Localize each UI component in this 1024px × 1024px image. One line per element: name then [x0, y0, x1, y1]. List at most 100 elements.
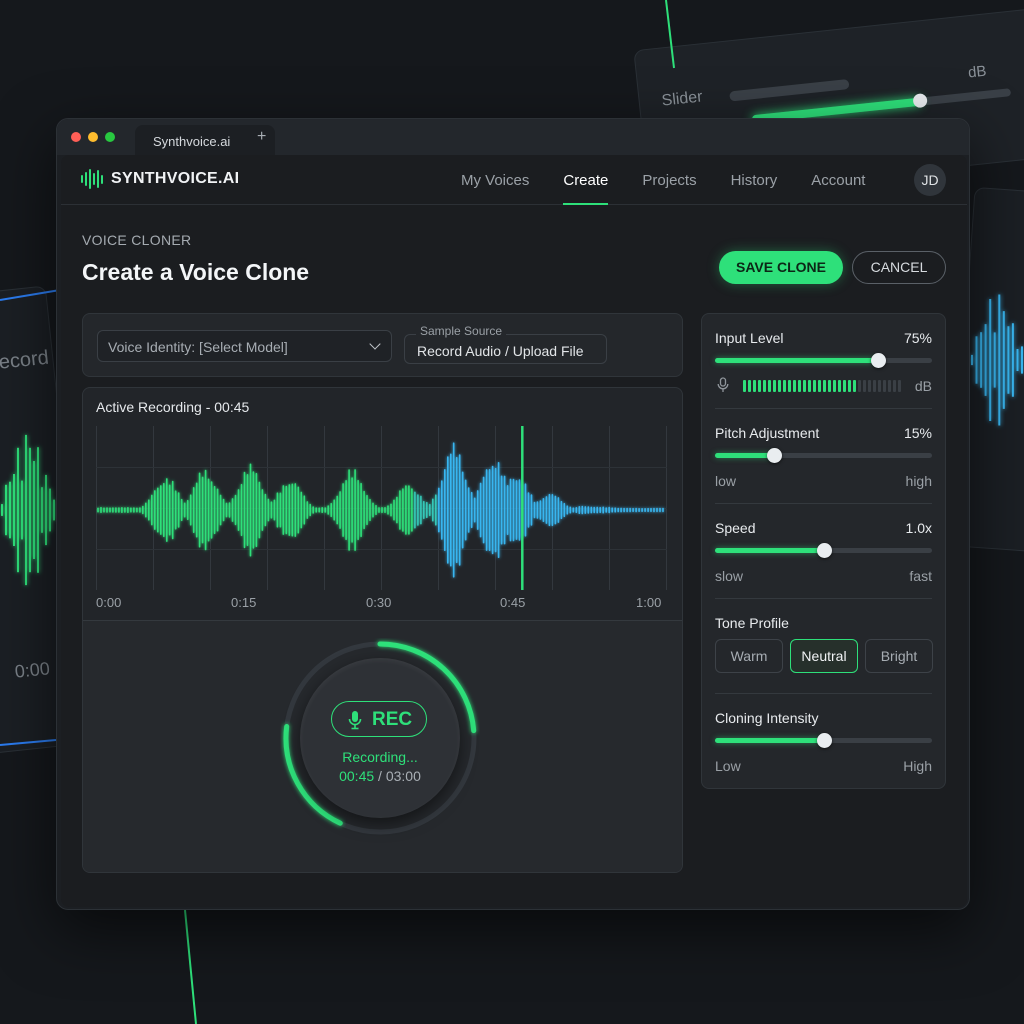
pitch-slider[interactable]: [715, 448, 932, 463]
speed-low-label: slow: [715, 568, 744, 584]
nav-history[interactable]: History: [731, 155, 778, 205]
meter-segment: [838, 380, 841, 392]
input-level-unit: dB: [914, 378, 932, 394]
input-level-value: 75%: [903, 330, 932, 346]
nav-my-voices[interactable]: My Voices: [461, 155, 529, 205]
new-tab-button[interactable]: +: [257, 128, 266, 146]
meter-segment: [893, 380, 896, 392]
waveform-logo-icon: [81, 169, 103, 189]
main-nav: My Voices Create Projects History Accoun…: [461, 155, 899, 205]
section-divider: [715, 408, 932, 409]
meter-segment: [853, 380, 856, 392]
meter-segment: [883, 380, 886, 392]
speed-fill: [715, 548, 824, 553]
meter-segment: [753, 380, 756, 392]
save-clone-button[interactable]: SAVE CLONE: [719, 251, 843, 284]
meter-segment: [868, 380, 871, 392]
background-right-wave: [971, 294, 1023, 426]
tone-warm-button[interactable]: Warm: [715, 639, 783, 673]
meter-segment: [798, 380, 801, 392]
chevron-down-icon: [369, 338, 381, 350]
time-tick: 0:15: [231, 595, 257, 610]
app-header: SYNTHVOICE.AI My Voices Create Projects …: [61, 155, 967, 205]
meter-segment: [793, 380, 796, 392]
meter-segment: [768, 380, 771, 392]
time-tick: 1:00: [636, 595, 662, 610]
browser-tab[interactable]: Synthvoice.ai: [135, 125, 275, 155]
speed-knob[interactable]: [817, 543, 832, 558]
app-container: SYNTHVOICE.AI My Voices Create Projects …: [61, 155, 967, 907]
meter-segment: [788, 380, 791, 392]
voice-controls-panel: Input Level 75% dB Pitch Adjustment 15%: [701, 313, 946, 789]
minimize-window-button[interactable]: [88, 132, 98, 142]
browser-titlebar: Synthvoice.ai +: [57, 119, 969, 155]
tone-profile-section: Tone Profile Warm Neutral Bright: [715, 615, 933, 679]
recording-title: Active Recording - 00:45: [96, 399, 250, 415]
cloning-intensity-knob[interactable]: [817, 733, 832, 748]
pitch-high-label: high: [905, 473, 932, 489]
input-level-slider[interactable]: [715, 353, 932, 368]
section-divider: [715, 693, 932, 694]
pitch-title: Pitch Adjustment: [715, 425, 820, 441]
meter-segment: [758, 380, 761, 392]
input-level-section: Input Level 75% dB: [715, 330, 932, 394]
meter-segment: [803, 380, 806, 392]
meter-segment: [888, 380, 891, 392]
waveform-display[interactable]: [96, 426, 667, 590]
recording-timer: 00:45 / 03:00: [300, 768, 460, 784]
meter-segment: [828, 380, 831, 392]
close-window-button[interactable]: [71, 132, 81, 142]
pitch-fill: [715, 453, 774, 458]
background-green-line: [665, 0, 675, 69]
meter-segment: [773, 380, 776, 392]
speed-slider[interactable]: [715, 543, 932, 558]
browser-window: Synthvoice.ai + SYNTHVOICE.AI My Voices …: [56, 118, 970, 910]
recording-total-time: 03:00: [385, 768, 421, 784]
cloning-intensity-low-label: Low: [715, 758, 741, 774]
meter-segment: [873, 380, 876, 392]
brand-logo[interactable]: SYNTHVOICE.AI: [81, 169, 239, 189]
waveform-graph: [96, 426, 667, 590]
meter-segment: [748, 380, 751, 392]
meter-segment: [898, 380, 901, 392]
voice-identity-select[interactable]: Voice Identity: [Select Model]: [97, 330, 392, 362]
maximize-window-button[interactable]: [105, 132, 115, 142]
tone-bright-button[interactable]: Bright: [865, 639, 933, 673]
nav-projects[interactable]: Projects: [642, 155, 696, 205]
voice-identity-value: Voice Identity: [Select Model]: [108, 339, 288, 355]
meter-segment: [763, 380, 766, 392]
section-divider: [715, 598, 932, 599]
rec-badge: REC: [331, 701, 427, 737]
pitch-section: Pitch Adjustment 15% low high: [715, 425, 932, 489]
pitch-knob[interactable]: [767, 448, 782, 463]
speed-section: Speed 1.0x slow fast: [715, 520, 932, 584]
record-button[interactable]: REC Recording... 00:45 / 03:00: [300, 658, 460, 818]
input-level-knob[interactable]: [871, 353, 886, 368]
pitch-low-label: low: [715, 473, 737, 489]
input-level-fill: [715, 358, 878, 363]
meter-segment: [808, 380, 811, 392]
microphone-icon: [717, 377, 729, 392]
cloning-intensity-title: Cloning Intensity: [715, 710, 819, 726]
nav-create[interactable]: Create: [563, 155, 609, 205]
sample-source-field[interactable]: Record Audio / Upload File: [404, 334, 607, 364]
meter-segment: [818, 380, 821, 392]
cloning-intensity-slider[interactable]: [715, 733, 932, 748]
recording-time-separator: /: [374, 768, 386, 784]
recording-card: Active Recording - 00:45 0:00 0:15 0:30 …: [82, 387, 683, 873]
tone-profile-options: Warm Neutral Bright: [715, 639, 933, 673]
cancel-button[interactable]: CANCEL: [852, 251, 946, 284]
nav-account[interactable]: Account: [811, 155, 865, 205]
tone-neutral-button[interactable]: Neutral: [790, 639, 858, 673]
background-blue-line: [0, 289, 61, 301]
meter-segment: [783, 380, 786, 392]
meter-segment: [858, 380, 861, 392]
background-green-line: [184, 909, 197, 1024]
user-avatar[interactable]: JD: [914, 164, 946, 196]
cloning-intensity-section: Cloning Intensity Low High: [715, 710, 932, 774]
recording-current-time: 00:45: [339, 768, 375, 784]
brand-name: SYNTHVOICE.AI: [111, 170, 240, 187]
tone-profile-title: Tone Profile: [715, 615, 789, 631]
record-progress-ring: REC Recording... 00:45 / 03:00: [280, 638, 480, 838]
speed-value: 1.0x: [905, 520, 932, 536]
